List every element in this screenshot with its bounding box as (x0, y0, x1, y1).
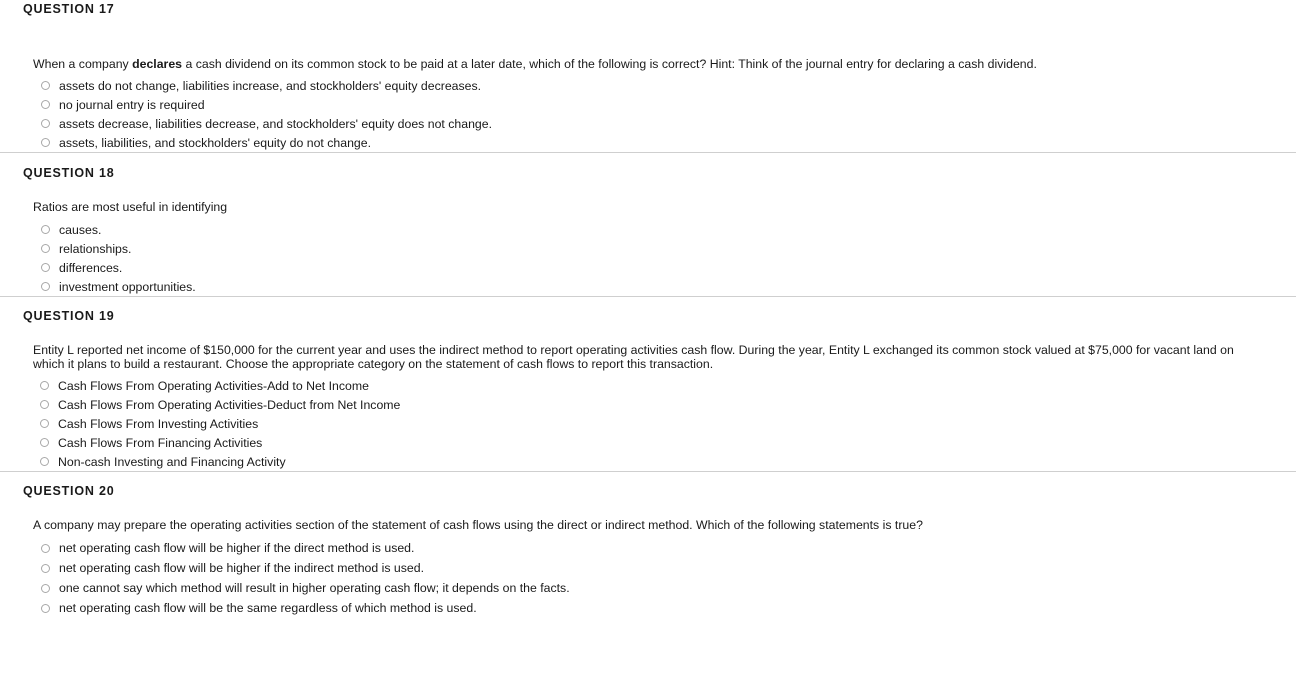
answer-option-label: relationships. (59, 241, 132, 256)
prompt-segment-tail: a cash dividend on its common stock to b… (182, 57, 1037, 71)
question-body-19: Entity L reported net income of $150,000… (0, 343, 1296, 471)
answer-option[interactable]: investment opportunities. (33, 277, 1296, 296)
answer-option[interactable]: assets decrease, liabilities decrease, a… (33, 114, 1296, 133)
answer-option-label: differences. (59, 260, 123, 275)
answer-option[interactable]: assets do not change, liabilities increa… (33, 76, 1296, 95)
radio-button-icon[interactable] (40, 381, 49, 390)
question-header-20: QUESTION 20 (23, 484, 115, 498)
quiz-container: QUESTION 17 When a company declares a ca… (0, 0, 1296, 618)
radio-button-icon[interactable] (41, 244, 50, 253)
answer-option[interactable]: one cannot say which method will result … (33, 578, 1296, 598)
radio-button-icon[interactable] (41, 119, 50, 128)
answer-option[interactable]: Non-cash Investing and Financing Activit… (33, 452, 1296, 471)
answer-option[interactable]: relationships. (33, 239, 1296, 258)
radio-button-icon[interactable] (41, 603, 50, 613)
answer-options-19: Cash Flows From Operating Activities-Add… (33, 376, 1296, 471)
question-block-20: QUESTION 20 A company may prepare the op… (0, 472, 1296, 618)
radio-button-icon[interactable] (41, 225, 50, 234)
radio-button-icon[interactable] (41, 583, 50, 593)
answer-option-label: net operating cash flow will be the same… (59, 601, 477, 615)
answer-option-label: one cannot say which method will result … (59, 581, 570, 595)
answer-option-label: no journal entry is required (59, 97, 205, 112)
radio-button-icon[interactable] (41, 282, 50, 291)
radio-button-icon[interactable] (40, 419, 49, 428)
answer-option[interactable]: Cash Flows From Financing Activities (33, 433, 1296, 452)
radio-button-icon[interactable] (41, 81, 50, 90)
radio-button-icon[interactable] (40, 457, 49, 466)
answer-option[interactable]: no journal entry is required (33, 95, 1296, 114)
prompt-segment-plain: When a company (33, 57, 133, 71)
question-header-17: QUESTION 17 (23, 2, 115, 16)
answer-option[interactable]: Cash Flows From Operating Activities-Ded… (33, 395, 1296, 414)
radio-button-icon[interactable] (41, 263, 50, 272)
radio-button-icon[interactable] (41, 138, 50, 147)
answer-option[interactable]: Cash Flows From Investing Activities (33, 414, 1296, 433)
answer-option-label: net operating cash flow will be higher i… (59, 561, 425, 575)
question-prompt-19: Entity L reported net income of $150,000… (33, 343, 1234, 371)
question-header-18: QUESTION 18 (23, 166, 115, 180)
answer-option-label: causes. (59, 222, 102, 237)
answer-option-label: Non-cash Investing and Financing Activit… (58, 454, 286, 469)
question-block-17: QUESTION 17 When a company declares a ca… (0, 0, 1296, 152)
answer-option[interactable]: net operating cash flow will be higher i… (33, 538, 1296, 558)
answer-option-label: assets, liabilities, and stockholders' e… (59, 135, 372, 150)
answer-option-label: Cash Flows From Financing Activities (58, 435, 263, 450)
question-body-20: A company may prepare the operating acti… (0, 518, 1296, 618)
radio-button-icon[interactable] (41, 563, 50, 573)
answer-option-label: Cash Flows From Operating Activities-Add… (58, 378, 369, 393)
answer-options-18: causes. relationships. differences. inve… (33, 220, 1296, 296)
question-header-19: QUESTION 19 (23, 309, 115, 323)
question-prompt-20: A company may prepare the operating acti… (33, 518, 923, 532)
question-body-17: When a company declares a cash dividend … (0, 57, 1296, 152)
answer-option-label: assets decrease, liabilities decrease, a… (59, 116, 492, 131)
answer-option-label: net operating cash flow will be higher i… (59, 541, 415, 555)
answer-option-label: Cash Flows From Investing Activities (58, 416, 259, 431)
radio-button-icon[interactable] (40, 438, 49, 447)
answer-option[interactable]: differences. (33, 258, 1296, 277)
answer-options-20: net operating cash flow will be higher i… (33, 538, 1296, 618)
answer-options-17: assets do not change, liabilities increa… (33, 76, 1296, 152)
answer-option-label: assets do not change, liabilities increa… (59, 78, 482, 93)
answer-option[interactable]: net operating cash flow will be the same… (33, 598, 1296, 618)
answer-option-label: investment opportunities. (59, 279, 196, 294)
answer-option[interactable]: Cash Flows From Operating Activities-Add… (33, 376, 1296, 395)
answer-option[interactable]: assets, liabilities, and stockholders' e… (33, 133, 1296, 152)
answer-option-label: Cash Flows From Operating Activities-Ded… (58, 397, 401, 412)
question-body-18: Ratios are most useful in identifying ca… (0, 200, 1296, 296)
answer-option[interactable]: causes. (33, 220, 1296, 239)
prompt-segment-bold: declares (132, 57, 183, 71)
answer-option[interactable]: net operating cash flow will be higher i… (33, 558, 1296, 578)
question-block-19: QUESTION 19 Entity L reported net income… (0, 297, 1296, 471)
radio-button-icon[interactable] (41, 100, 50, 109)
radio-button-icon[interactable] (40, 400, 49, 409)
radio-button-icon[interactable] (41, 543, 50, 553)
question-block-18: QUESTION 18 Ratios are most useful in id… (0, 153, 1296, 296)
question-prompt-17: When a company declares a cash dividend … (33, 57, 1268, 71)
question-prompt-18: Ratios are most useful in identifying (33, 200, 228, 214)
